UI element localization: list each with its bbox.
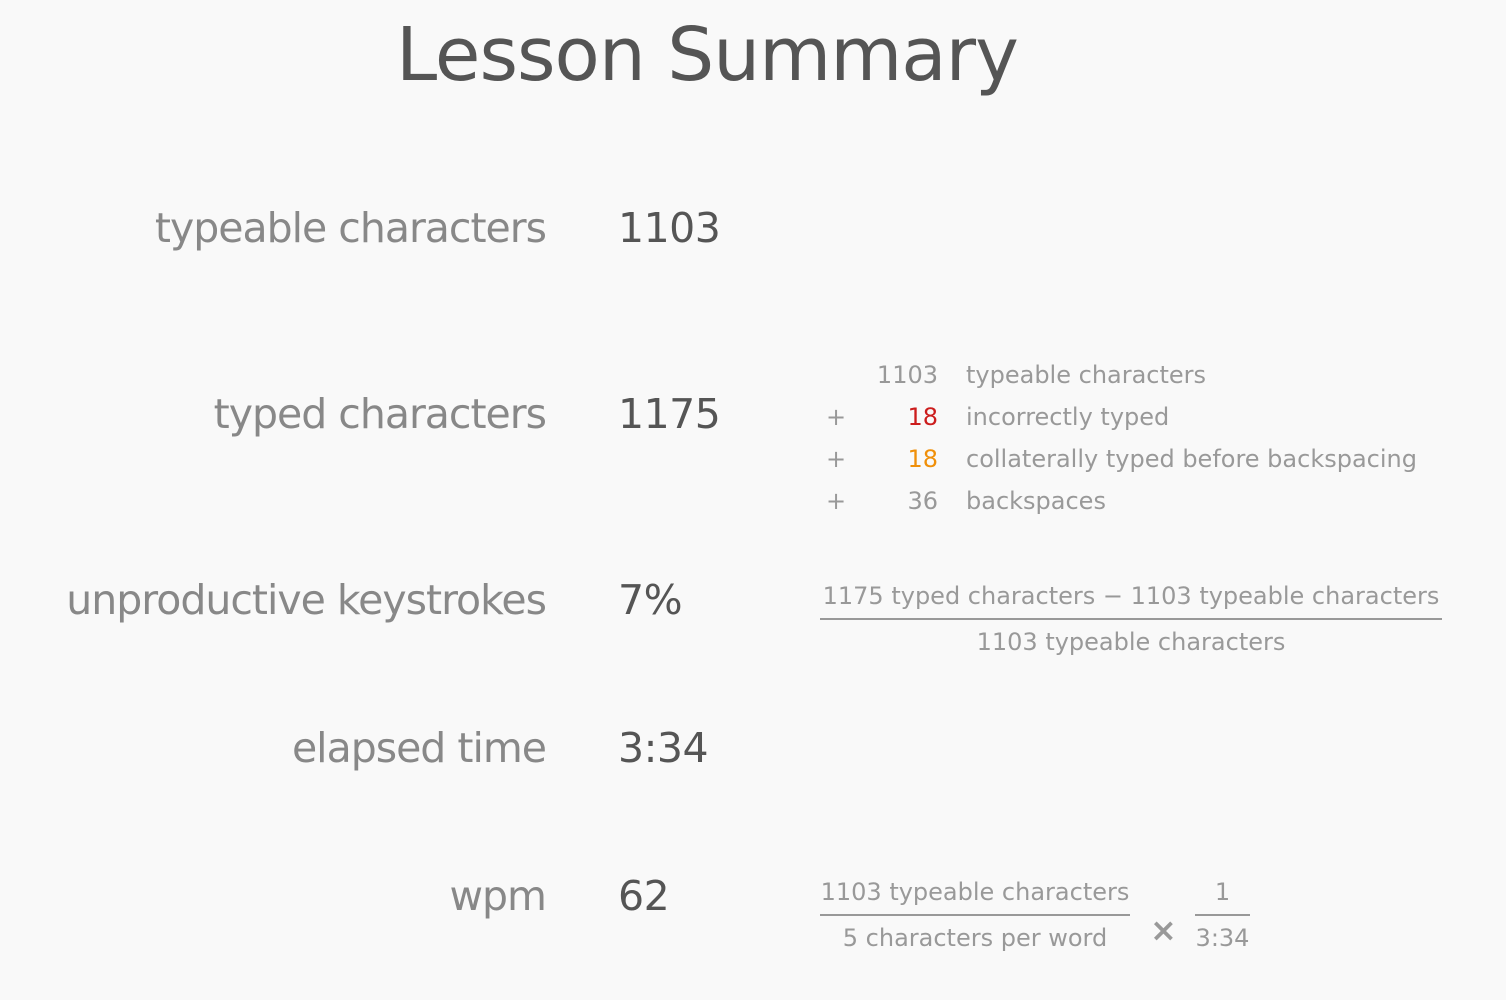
formula-denominator: 1103 typeable characters (976, 628, 1286, 656)
plus-icon: + (826, 403, 847, 431)
unproductive-keystrokes-label: unproductive keystrokes (66, 576, 547, 624)
wpm-value: 62 (618, 872, 670, 920)
breakdown-row-backspaces: + 36 backspaces (820, 480, 1417, 522)
breakdown-row-typeable: 1103 typeable characters (820, 354, 1417, 396)
formula-numerator: 1 (1214, 878, 1231, 906)
breakdown-number: 1103 (876, 361, 938, 389)
wpm-label: wpm (449, 872, 547, 920)
formula-denominator: 5 characters per word (842, 924, 1108, 952)
formula-numerator: 1103 typeable characters (820, 878, 1130, 906)
breakdown-number: 36 (907, 487, 938, 515)
unproductive-formula: 1175 typed characters − 1103 typeable ch… (820, 580, 1442, 658)
multiply-icon: × (1150, 911, 1177, 949)
typeable-characters-label: typeable characters (154, 204, 547, 252)
breakdown-text: collaterally typed before backspacing (966, 445, 1417, 473)
breakdown-text: backspaces (966, 487, 1106, 515)
typed-characters-label: typed characters (213, 390, 547, 438)
typed-characters-value: 1175 (618, 390, 721, 438)
breakdown-row-collateral: + 18 collaterally typed before backspaci… (820, 438, 1417, 480)
unproductive-keystrokes-value: 7% (618, 576, 683, 624)
plus-icon: + (826, 445, 847, 473)
typed-characters-breakdown: 1103 typeable characters + 18 incorrectl… (820, 354, 1417, 522)
elapsed-time-value: 3:34 (618, 724, 709, 772)
wpm-formula-right: 1 3:34 (1195, 876, 1250, 954)
breakdown-number-collateral: 18 (907, 445, 938, 473)
breakdown-text: incorrectly typed (966, 403, 1170, 431)
breakdown-row-incorrect: + 18 incorrectly typed (820, 396, 1417, 438)
breakdown-number-incorrect: 18 (907, 403, 938, 431)
elapsed-time-label: elapsed time (291, 724, 547, 772)
page-title: Lesson Summary (396, 12, 1019, 98)
formula-denominator: 3:34 (1195, 924, 1250, 952)
plus-icon: + (826, 487, 847, 515)
formula-numerator: 1175 typed characters − 1103 typeable ch… (822, 582, 1440, 610)
wpm-formula-left: 1103 typeable characters 5 characters pe… (820, 876, 1130, 954)
breakdown-text: typeable characters (966, 361, 1207, 389)
typeable-characters-value: 1103 (618, 204, 721, 252)
